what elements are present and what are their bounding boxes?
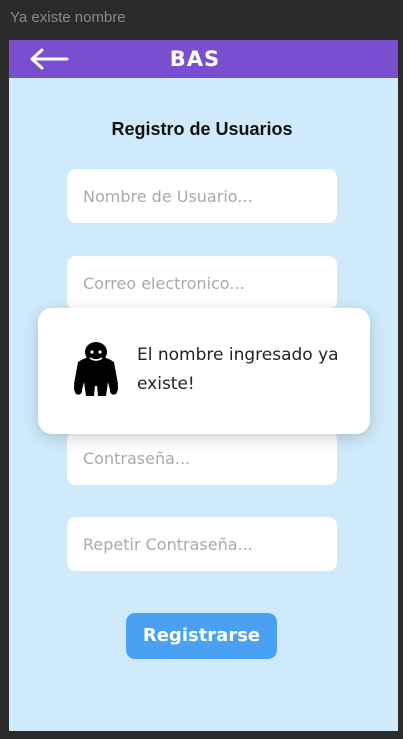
username-input[interactable] bbox=[67, 169, 337, 223]
gorilla-icon bbox=[70, 340, 122, 400]
register-button[interactable]: Registrarse bbox=[126, 613, 277, 659]
arrow-left-icon bbox=[30, 48, 69, 70]
error-toast: El nombre ingresado ya existe! bbox=[38, 308, 370, 434]
window-title: Ya existe nombre bbox=[10, 9, 126, 26]
form-title: Registro de Usuarios bbox=[111, 119, 293, 139]
toast-message: El nombre ingresado ya existe! bbox=[137, 345, 339, 394]
back-button[interactable] bbox=[27, 44, 75, 74]
email-input[interactable] bbox=[67, 256, 337, 310]
repeat-password-input[interactable] bbox=[67, 517, 337, 571]
app-bar: BAS bbox=[9, 40, 398, 78]
password-input[interactable] bbox=[67, 431, 337, 485]
